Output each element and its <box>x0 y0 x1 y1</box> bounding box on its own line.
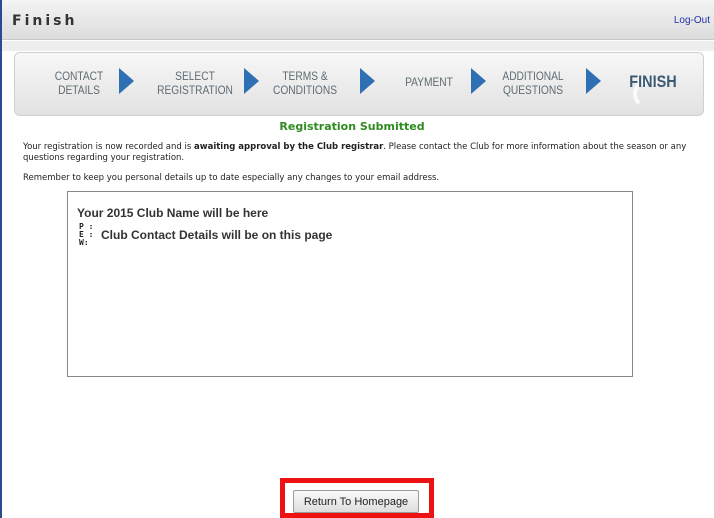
step-label-line2: DETAILS <box>58 83 100 97</box>
step-payment: PAYMENT <box>387 75 472 89</box>
step-label-line1: ADDITIONAL <box>502 69 564 83</box>
step-arrow-icon <box>244 68 259 94</box>
step-label-line2: QUESTIONS <box>502 83 564 97</box>
step-label-line1: SELECT <box>175 69 215 83</box>
title-bar: Finish Log-Out <box>2 0 714 40</box>
page-title: Finish <box>12 13 78 29</box>
progress-steps: CONTACT DETAILS SELECT REGISTRATION TERM… <box>14 52 704 116</box>
step-contact-details: CONTACT DETAILS <box>37 69 122 97</box>
step-finish-current: FINISH <box>611 72 696 91</box>
contact-labels: P : E : W: <box>79 223 93 247</box>
step-label-line1: TERMS & <box>282 69 328 83</box>
header-band <box>2 41 714 51</box>
step-label-line1: CONTACT <box>54 69 104 83</box>
step-select-registration: SELECT REGISTRATION <box>153 69 238 97</box>
club-contact-details: Club Contact Details will be on this pag… <box>101 228 333 242</box>
step-label-line2: CONDITIONS <box>272 83 338 97</box>
logout-link[interactable]: Log-Out <box>674 15 710 26</box>
step-arrow-icon <box>471 68 486 94</box>
status-heading: Registration Submitted <box>279 120 425 133</box>
step-arrow-icon <box>360 68 375 94</box>
step-label-line1: FINISH <box>629 72 677 91</box>
web-label: W: <box>79 238 89 247</box>
message-emphasis: awaiting approval by the Club registrar <box>194 142 384 152</box>
step-label-line2: REGISTRATION <box>157 83 233 97</box>
message-text: Your registration is now recorded and is <box>23 142 194 152</box>
club-info-box: Your 2015 Club Name will be here P : E :… <box>67 191 633 377</box>
step-label-line1: PAYMENT <box>405 75 453 89</box>
step-arrow-icon <box>586 68 601 94</box>
step-additional-questions: ADDITIONAL QUESTIONS <box>491 69 576 97</box>
club-name: Your 2015 Club Name will be here <box>77 206 269 220</box>
return-to-homepage-button[interactable]: Return To Homepage <box>293 490 419 513</box>
step-terms-conditions: TERMS & CONDITIONS <box>263 69 348 97</box>
reminder-message: Remember to keep you personal details up… <box>23 173 440 183</box>
step-arrow-icon <box>119 68 134 94</box>
registration-message: Your registration is now recorded and is… <box>23 142 693 164</box>
